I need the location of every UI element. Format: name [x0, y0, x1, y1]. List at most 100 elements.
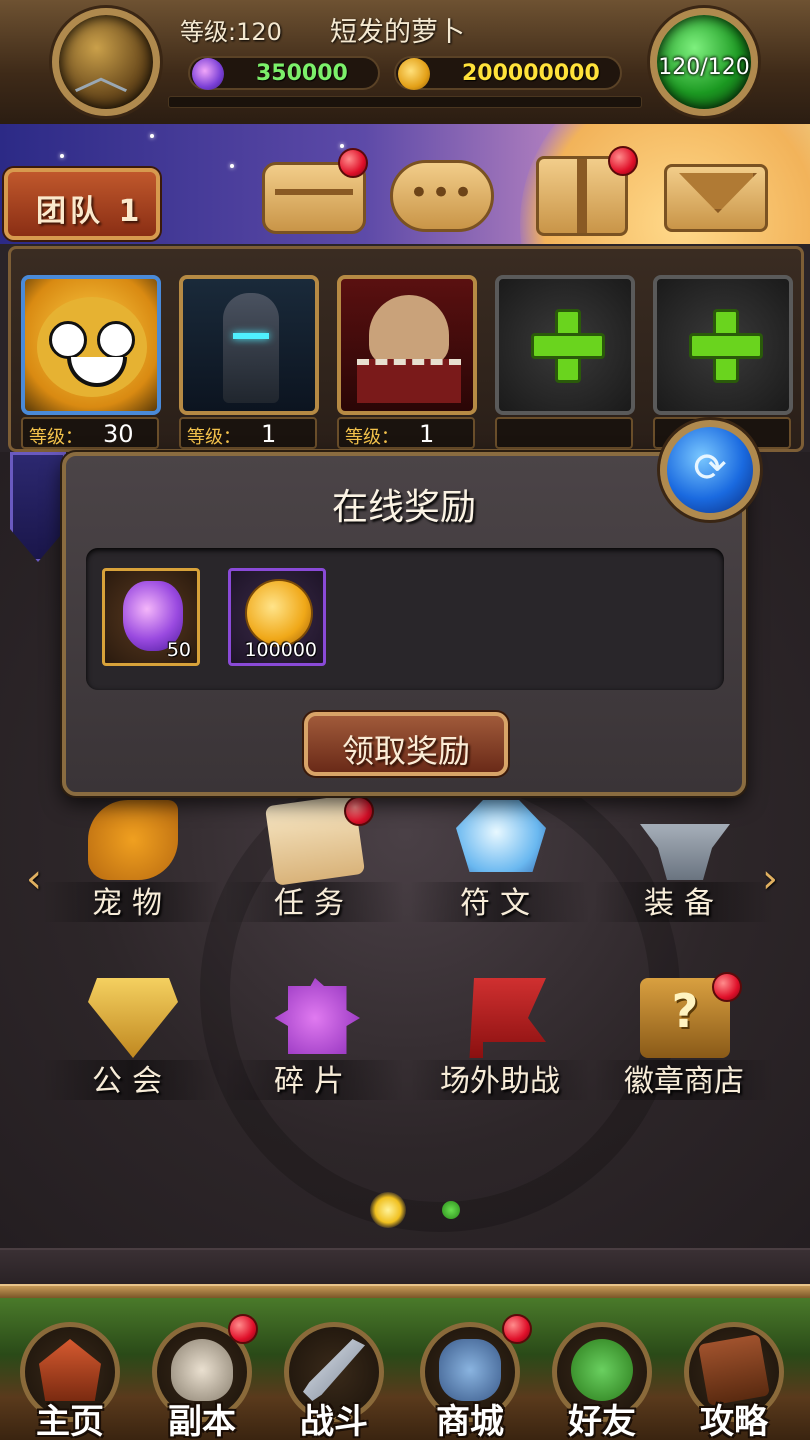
notification-dot [338, 148, 368, 178]
nav-label: 攻略 [700, 1402, 768, 1440]
hero-mouth [67, 357, 127, 387]
flag-fist-icon [469, 978, 546, 1058]
player-name: 短发的萝卜 [330, 17, 465, 48]
energy-value: 120/120 [658, 55, 750, 80]
hero-level-1: 等级： 30 [21, 417, 159, 449]
hero-level-2: 等级： 1 [179, 417, 317, 449]
experience-bar [168, 96, 642, 108]
chevron-up-icon: ︿ [73, 53, 129, 99]
team-tab-label: 团队 1 [36, 194, 144, 229]
reward-item-gem[interactable]: 50 [102, 568, 200, 666]
gold-coin-icon [245, 579, 313, 647]
star-decoration [60, 154, 64, 158]
level-label: 等级： [29, 427, 83, 448]
chat-dots: ••• [408, 173, 476, 213]
notification-dot [608, 146, 638, 176]
shop-monster-icon [439, 1339, 501, 1401]
menu-label: 碎片 [274, 1064, 354, 1099]
dialog-title: 在线奖励 [331, 487, 476, 528]
notification-dot [228, 1314, 258, 1344]
plus-icon [689, 309, 763, 383]
menu-label: 宠物 [92, 886, 172, 921]
puzzle-piece-icon [274, 978, 360, 1054]
menu-badge-shop[interactable]: ? 徽章商店 [594, 978, 774, 1108]
menu-label: 符文 [460, 886, 540, 921]
level-value: 1 [261, 420, 277, 448]
gem-icon [192, 58, 224, 90]
level-value: 1 [419, 420, 435, 448]
guild-shield-icon [88, 978, 178, 1058]
nav-label: 好友 [568, 1402, 636, 1440]
rune-icon [456, 800, 546, 872]
notification-dot [502, 1314, 532, 1344]
hero-slot-1[interactable] [21, 275, 161, 415]
menu-label: 任务 [274, 886, 354, 921]
page-left-arrow[interactable]: ‹ [26, 856, 42, 902]
hero-portrait [369, 295, 449, 365]
empty-hero-slot-5[interactable] [653, 275, 793, 415]
hero-level-4 [495, 417, 633, 449]
hero-slot-3[interactable] [337, 275, 477, 415]
menu-pet[interactable]: 宠物 [42, 800, 222, 930]
energy-orb[interactable]: 120/120 [650, 8, 758, 116]
team-roster: 等级： 30 等级： 1 等级： 1 [8, 246, 804, 452]
notification-dot [344, 796, 374, 826]
reward-item-gold[interactable]: 100000 [228, 568, 326, 666]
reward-list: 50 100000 [86, 548, 724, 690]
nav-label: 商城 [436, 1402, 504, 1440]
anvil-icon [640, 824, 730, 880]
empty-hero-slot-4[interactable] [495, 275, 635, 415]
claim-reward-label: 领取奖励 [341, 732, 470, 770]
menu-rune[interactable]: 符文 [410, 800, 590, 930]
top-hud: ︿ 等级:120 短发的萝卜 350000 200000000 120/120 [0, 0, 810, 128]
reward-quantity: 100000 [244, 639, 317, 661]
menu-off-field-assist[interactable]: 场外助战 [410, 978, 590, 1108]
menu-equipment[interactable]: 装备 [594, 800, 774, 930]
plus-icon [531, 309, 605, 383]
refresh-button[interactable]: ⟳ [660, 420, 760, 520]
menu-label: 场外助战 [440, 1064, 560, 1099]
star-decoration [340, 144, 344, 148]
gold-rail [0, 1284, 810, 1298]
menu-label: 徽章商店 [624, 1064, 744, 1099]
gold-coin-icon [398, 58, 430, 90]
hero-eye [49, 321, 87, 359]
chat-bubble-icon[interactable]: ••• [390, 160, 494, 232]
nav-label: 副本 [168, 1402, 236, 1440]
menu-label: 公会 [92, 1064, 172, 1099]
menu-label: 装备 [644, 886, 724, 921]
online-reward-dialog: 在线奖励 50 100000 领取奖励 [62, 452, 746, 796]
page-indicator-active[interactable] [370, 1192, 406, 1228]
gem-balance[interactable]: 350000 [188, 56, 380, 90]
page-right-arrow[interactable]: › [762, 856, 778, 902]
claim-reward-button[interactable]: 领取奖励 [304, 712, 508, 776]
team-tab[interactable]: 团队 1 [4, 168, 160, 240]
friends-icon [571, 1339, 633, 1401]
hero-jaw [357, 359, 461, 403]
page-indicator[interactable] [442, 1201, 460, 1219]
skull-icon [171, 1339, 233, 1401]
hero-portrait [37, 297, 147, 397]
rank-orb[interactable]: ︿ [52, 8, 160, 116]
pet-icon [88, 800, 178, 880]
level-label: 等级： [187, 427, 241, 448]
mail-icon[interactable] [664, 164, 768, 232]
reward-quantity: 50 [166, 639, 191, 661]
menu-shards[interactable]: 碎片 [224, 978, 404, 1108]
star-decoration [150, 134, 154, 138]
nav-guide[interactable]: 攻略 [674, 1316, 794, 1440]
nav-battle[interactable]: 战斗 [274, 1316, 394, 1440]
home-icon [39, 1339, 101, 1401]
level-label: 等级： [345, 427, 399, 448]
refresh-icon: ⟳ [693, 445, 727, 491]
nav-friends[interactable]: 好友 [542, 1316, 662, 1440]
hero-slot-2[interactable] [179, 275, 319, 415]
player-level: 等级:120 [180, 18, 282, 46]
nav-home[interactable]: 主页 [10, 1316, 130, 1440]
menu-guild[interactable]: 公会 [42, 978, 222, 1108]
hero-portrait [223, 293, 279, 403]
gem-amount: 350000 [256, 61, 348, 86]
nav-label: 战斗 [300, 1402, 368, 1440]
gold-balance[interactable]: 200000000 [394, 56, 622, 90]
sword-axe-icon [303, 1339, 365, 1401]
